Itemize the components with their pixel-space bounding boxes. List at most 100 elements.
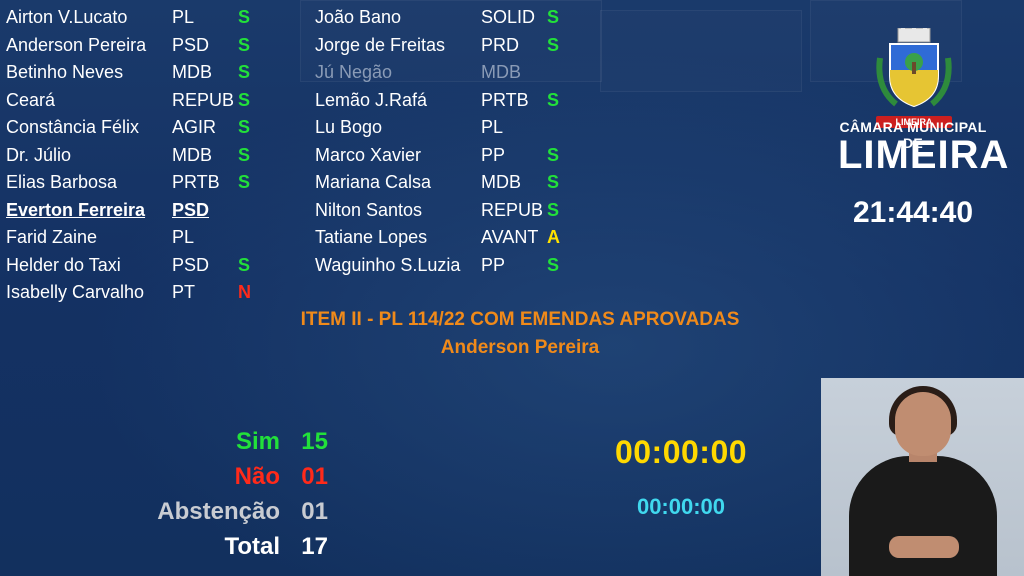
interpreter-body (849, 456, 997, 576)
councilor-party: REPUB (481, 199, 544, 220)
crest-icon (876, 28, 952, 108)
councilor-name: Ceará (6, 89, 56, 110)
councilor-party: PL (172, 7, 195, 27)
tally-yes-label: Sim (235, 428, 280, 455)
councilor-vote: S (238, 89, 251, 110)
councilor-vote: S (547, 172, 560, 192)
councilor-row: Jú Negão MDB (315, 59, 615, 87)
councilor-party: MDB (172, 62, 212, 82)
councilor-name: Anderson Pereira (6, 34, 147, 55)
councilor-vote: S (238, 144, 251, 165)
councilor-list-right: João Bano SOLID S Jorge de Freitas PRD S Jú Ne… (315, 4, 615, 279)
councilor-row: Lemão J.Rafá PRTB S (315, 87, 615, 115)
councilor-name: Nilton Santos (315, 199, 423, 220)
councilor-row: Lu Bogo PL (315, 114, 615, 142)
councilor-party: PRD (481, 34, 520, 55)
councilor-vote: S (238, 117, 251, 137)
councilor-party: PSD (172, 199, 210, 220)
councilor-name: Tatiane Lopes (315, 227, 428, 247)
councilor-party: PP (481, 254, 506, 275)
city-name: LIMEIRA (838, 133, 1010, 177)
councilor-row: Ceará REPUB S (6, 87, 306, 115)
interpreter-head (895, 392, 951, 456)
councilor-name: Marco Xavier (315, 144, 422, 165)
councilor-vote: S (547, 7, 560, 27)
councilor-party: PSD (172, 254, 210, 275)
councilor-party: PL (172, 227, 195, 247)
councilor-row: Isabelly Carvalho PT N (6, 279, 306, 307)
councilor-vote: S (547, 34, 560, 55)
tally-row-total: Total 17 (120, 529, 330, 564)
vote-tally: Sim 15 Não 01 Abstenção 01 Total 17 (120, 424, 330, 564)
councilor-name: Elias Barbosa (6, 172, 118, 192)
tally-row-yes: Sim 15 (120, 424, 330, 459)
tally-row-abstain: Abstenção 01 (120, 494, 330, 529)
councilor-vote: S (547, 89, 560, 110)
councilor-vote: S (547, 199, 560, 220)
secondary-timer: 00:00:00 (636, 494, 726, 519)
councilor-name: Lu Bogo (315, 117, 383, 137)
councilor-party: SOLID (481, 7, 536, 27)
councilor-row: Mariana Calsa MDB S (315, 169, 615, 197)
councilor-row: Elias Barbosa PRTB S (6, 169, 306, 197)
councilor-name: Betinho Neves (6, 62, 124, 82)
councilor-row: João Bano SOLID S (315, 4, 615, 32)
councilor-row: Anderson Pereira PSD S (6, 32, 306, 60)
councilor-name: João Bano (315, 7, 402, 27)
background-panel (600, 10, 802, 92)
councilor-row: Betinho Neves MDB S (6, 59, 306, 87)
councilor-party: REPUB (172, 89, 235, 110)
councilor-name: Mariana Calsa (315, 172, 432, 192)
councilor-party: PRTB (481, 89, 529, 110)
tally-row-no: Não 01 (120, 459, 330, 494)
councilor-name: Jú Negão (315, 62, 393, 82)
councilor-row: Marco Xavier PP S (315, 142, 615, 170)
councilor-vote: S (238, 254, 251, 275)
session-timer: 00:00:00 (614, 434, 748, 470)
councilor-row: Waguinho S.Luzia PP S (315, 252, 615, 280)
agenda-item-title: ITEM II - PL 114/22 COM EMENDAS APROVADA… (300, 309, 740, 330)
councilor-party: PP (481, 144, 506, 165)
councilor-party: MDB (481, 172, 521, 192)
councilor-party: AGIR (172, 117, 217, 137)
tally-abstain-value: 01 (301, 498, 328, 525)
tally-no-value: 01 (301, 463, 328, 490)
councilor-row: Tatiane Lopes AVANT A (315, 224, 615, 252)
agenda-item-author: Anderson Pereira (440, 337, 600, 358)
councilor-party: MDB (481, 62, 521, 82)
councilor-party: PT (172, 282, 196, 302)
councilor-name: Everton Ferreira (6, 199, 146, 220)
councilor-row: Everton Ferreira PSD (6, 197, 306, 225)
councilor-vote: S (238, 172, 251, 192)
councilor-vote: S (547, 144, 560, 165)
councilor-name: Airton V.Lucato (6, 7, 128, 27)
interpreter-hands (889, 536, 959, 558)
councilor-name: Lemão J.Rafá (315, 89, 428, 110)
councilor-vote: S (547, 254, 560, 275)
councilor-name: Farid Zaine (6, 227, 98, 247)
councilor-party: PL (481, 117, 504, 137)
councilor-row: Farid Zaine PL (6, 224, 306, 252)
councilor-row: Dr. Júlio MDB S (6, 142, 306, 170)
councilor-name: Waguinho S.Luzia (315, 254, 461, 275)
councilor-name: Constância Félix (6, 117, 140, 137)
councilor-name: Jorge de Freitas (315, 34, 446, 55)
councilor-row: Constância Félix AGIR S (6, 114, 306, 142)
councilor-row: Jorge de Freitas PRD S (315, 32, 615, 60)
councilor-row: Airton V.Lucato PL S (6, 4, 306, 32)
tally-total-value: 17 (301, 533, 328, 560)
councilor-list-left: Airton V.Lucato PL S Anderson Pereira PSD S Be… (6, 4, 306, 307)
sign-language-interpreter-video (821, 378, 1024, 576)
councilor-name: Helder do Taxi (6, 254, 121, 275)
clock: 21:44:40 (852, 196, 974, 229)
councilor-party: AVANT (481, 227, 539, 247)
councilor-vote: A (547, 227, 560, 247)
councilor-party: PRTB (172, 172, 220, 192)
councilor-vote: N (238, 282, 251, 302)
councilor-name: Isabelly Carvalho (6, 282, 145, 302)
councilor-vote: S (238, 7, 251, 27)
tally-abstain-label: Abstenção (157, 498, 280, 525)
councilor-row: Helder do Taxi PSD S (6, 252, 306, 280)
councilor-vote: S (238, 62, 251, 82)
councilor-party: PSD (172, 34, 210, 55)
